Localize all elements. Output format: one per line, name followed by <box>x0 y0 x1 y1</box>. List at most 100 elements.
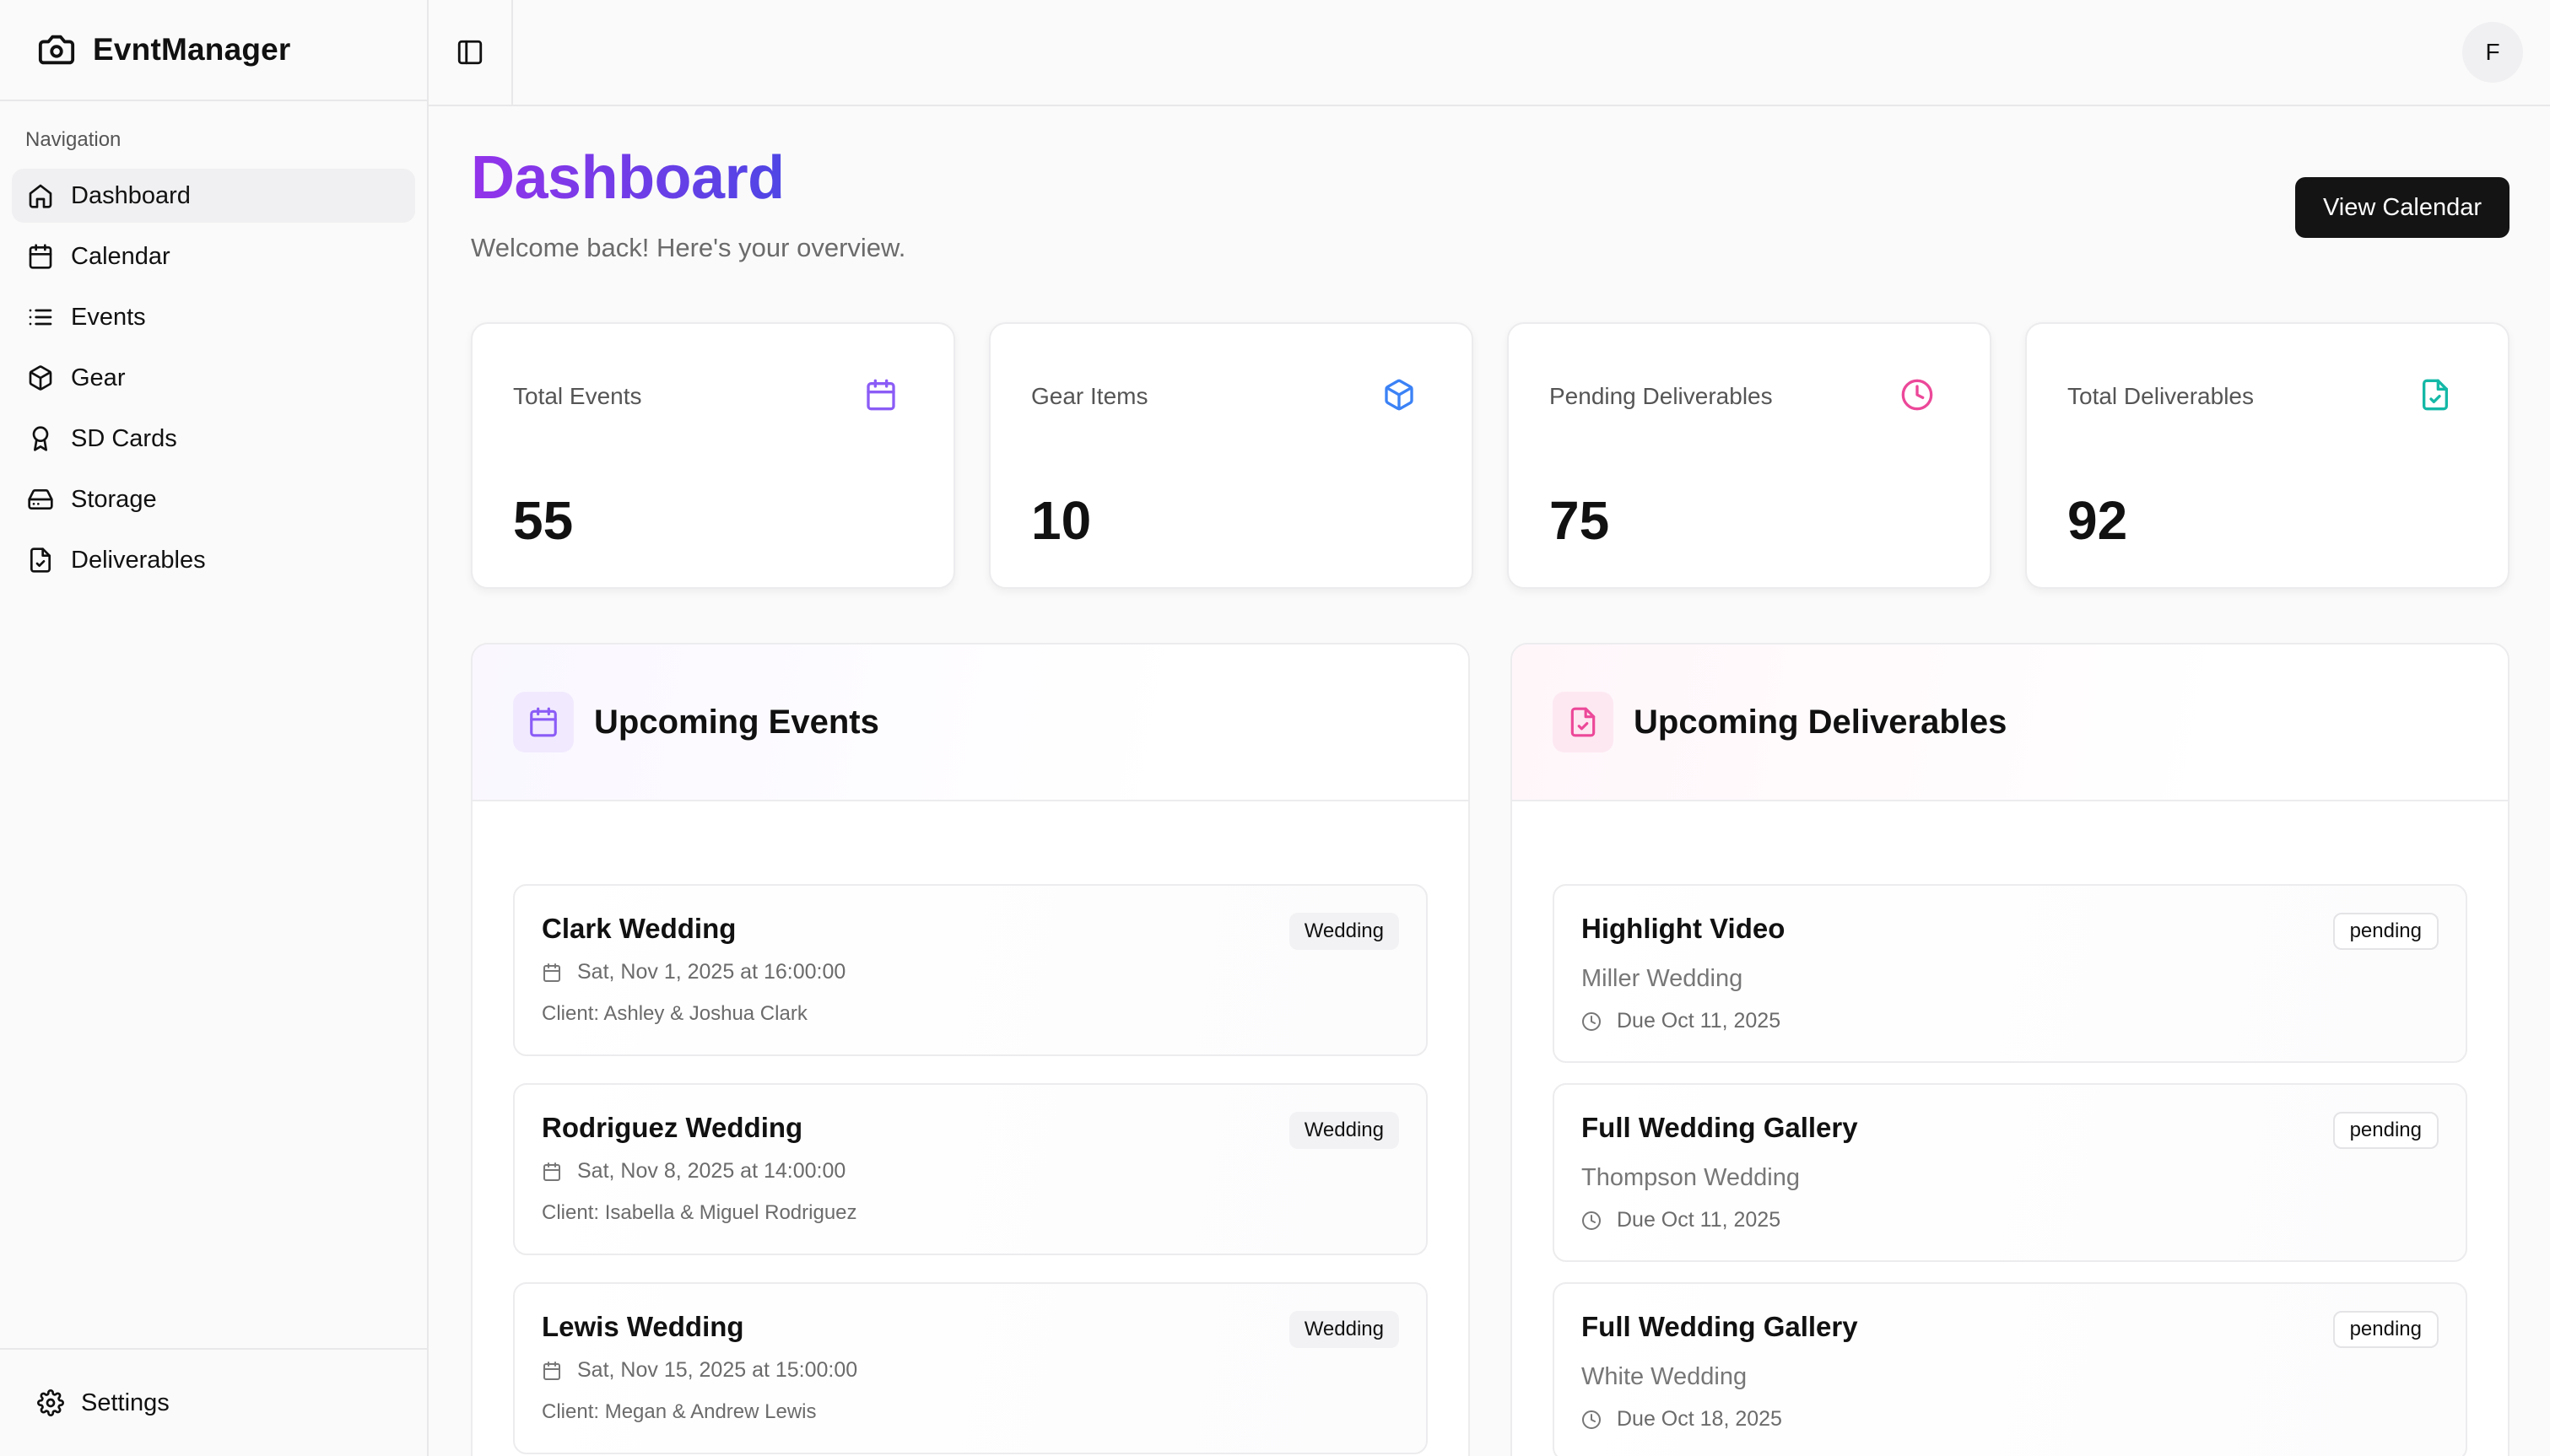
upcoming-events-panel: Upcoming Events Clark Wedding Wedding Sa… <box>471 643 1470 1456</box>
file-check-icon <box>2418 378 2452 412</box>
settings-link[interactable]: Settings <box>37 1389 170 1417</box>
event-card[interactable]: Lewis Wedding Wedding Sat, Nov 15, 2025 … <box>513 1282 1428 1454</box>
calendar-icon <box>542 963 562 983</box>
event-client: Client: Isabella & Miguel Rodriguez <box>542 1201 857 1224</box>
camera-icon <box>37 30 76 69</box>
deliverable-card[interactable]: Highlight Video pending Miller Wedding D… <box>1553 884 2467 1063</box>
sidebar-item-dashboard[interactable]: Dashboard <box>12 169 415 223</box>
event-type-badge: Wedding <box>1289 1311 1399 1348</box>
deliverable-event: Thompson Wedding <box>1581 1164 1801 1191</box>
stat-card-total-events: Total Events 55 <box>471 322 955 589</box>
stat-label: Pending Deliverables <box>1549 383 1773 409</box>
sidebar: EvntManager Navigation Dashboard Calenda… <box>0 0 429 1456</box>
clock-icon <box>1581 1410 1602 1430</box>
list-icon <box>27 304 54 331</box>
file-check-icon <box>27 547 54 574</box>
sidebar-item-label: SD Cards <box>71 424 177 452</box>
deliverable-event: White Wedding <box>1581 1363 1748 1390</box>
deliverable-due-row: Due Oct 11, 2025 <box>1581 1208 1780 1232</box>
event-type-badge: Wedding <box>1289 1112 1399 1149</box>
clock-icon <box>1900 378 1934 412</box>
clock-icon <box>1581 1011 1602 1032</box>
clock-icon <box>1581 1211 1602 1231</box>
event-title: Lewis Wedding <box>542 1311 744 1342</box>
nav-list: Dashboard Calendar Events Gear SD Cards … <box>12 169 415 594</box>
stat-card-gear-items: Gear Items 10 <box>989 322 1473 589</box>
event-card[interactable]: Clark Wedding Wedding Sat, Nov 1, 2025 a… <box>513 884 1428 1056</box>
sidebar-item-storage[interactable]: Storage <box>12 472 415 526</box>
event-date: Sat, Nov 1, 2025 at 16:00:00 <box>577 960 846 984</box>
stat-value: 92 <box>2067 490 2128 551</box>
page-subtitle: Welcome back! Here's your overview. <box>471 233 906 262</box>
sidebar-item-gear[interactable]: Gear <box>12 351 415 405</box>
deliverable-due-row: Due Oct 11, 2025 <box>1581 1009 1780 1033</box>
panel-title: Upcoming Deliverables <box>1634 703 2007 741</box>
deliverable-due-row: Due Oct 18, 2025 <box>1581 1407 1782 1432</box>
sidebar-toggle-button[interactable] <box>429 0 513 105</box>
award-icon <box>27 425 54 452</box>
status-badge: pending <box>2332 913 2439 950</box>
event-client: Client: Ashley & Joshua Clark <box>542 1002 808 1025</box>
upcoming-deliverables-panel: Upcoming Deliverables Highlight Video pe… <box>1510 643 2509 1456</box>
app-name: EvntManager <box>93 32 291 67</box>
event-card[interactable]: Rodriguez Wedding Wedding Sat, Nov 8, 20… <box>513 1083 1428 1255</box>
status-badge: pending <box>2332 1311 2439 1348</box>
stat-card-total-deliverables: Total Deliverables 92 <box>2025 322 2509 589</box>
avatar[interactable]: F <box>2462 22 2523 83</box>
brand[interactable]: EvntManager <box>0 0 427 101</box>
stat-value: 75 <box>1549 490 1610 551</box>
stat-label: Total Events <box>513 383 642 409</box>
hard-drive-icon <box>27 486 54 513</box>
sidebar-item-label: Dashboard <box>71 181 191 209</box>
file-check-icon <box>1553 692 1613 752</box>
gear-icon <box>37 1389 64 1416</box>
panel-left-icon <box>456 38 484 67</box>
nav-heading: Navigation <box>25 128 122 151</box>
sidebar-item-label: Deliverables <box>71 546 206 574</box>
calendar-icon <box>542 1162 562 1182</box>
stat-label: Gear Items <box>1031 383 1148 409</box>
box-icon <box>1382 378 1416 412</box>
event-type-badge: Wedding <box>1289 913 1399 950</box>
event-date: Sat, Nov 8, 2025 at 14:00:00 <box>577 1159 846 1183</box>
deliverable-due: Due Oct 18, 2025 <box>1617 1407 1782 1431</box>
sidebar-item-deliverables[interactable]: Deliverables <box>12 533 415 587</box>
event-client: Client: Megan & Andrew Lewis <box>542 1400 817 1423</box>
panel-header: Upcoming Events <box>473 644 1468 801</box>
sidebar-footer: Settings <box>0 1348 427 1456</box>
stat-label: Total Deliverables <box>2067 383 2254 409</box>
sidebar-item-label: Gear <box>71 364 126 391</box>
deliverable-due: Due Oct 11, 2025 <box>1617 1009 1781 1033</box>
sidebar-item-calendar[interactable]: Calendar <box>12 229 415 283</box>
status-badge: pending <box>2332 1112 2439 1149</box>
deliverable-title: Highlight Video <box>1581 913 1786 944</box>
home-icon <box>27 182 54 209</box>
event-date-row: Sat, Nov 1, 2025 at 16:00:00 <box>542 960 845 984</box>
deliverable-card[interactable]: Full Wedding Gallery pending White Weddi… <box>1553 1282 2467 1456</box>
sidebar-item-label: Events <box>71 303 146 331</box>
stat-value: 10 <box>1031 490 1092 551</box>
deliverable-card[interactable]: Full Wedding Gallery pending Thompson We… <box>1553 1083 2467 1262</box>
deliverable-title: Full Wedding Gallery <box>1581 1311 1858 1342</box>
calendar-icon <box>542 1361 562 1381</box>
panel-header: Upcoming Deliverables <box>1512 644 2508 801</box>
view-calendar-button[interactable]: View Calendar <box>2295 177 2509 238</box>
sidebar-item-label: Calendar <box>71 242 170 270</box>
calendar-icon <box>27 243 54 270</box>
settings-label: Settings <box>81 1389 170 1416</box>
event-date: Sat, Nov 15, 2025 at 15:00:00 <box>577 1358 858 1382</box>
event-title: Clark Wedding <box>542 913 737 944</box>
panel-title: Upcoming Events <box>594 703 879 741</box>
stat-card-pending-deliverables: Pending Deliverables 75 <box>1507 322 1991 589</box>
calendar-icon <box>864 378 898 412</box>
sidebar-item-events[interactable]: Events <box>12 290 415 344</box>
calendar-icon <box>513 692 574 752</box>
sidebar-item-label: Storage <box>71 485 157 513</box>
event-date-row: Sat, Nov 8, 2025 at 14:00:00 <box>542 1159 845 1184</box>
sidebar-item-sd-cards[interactable]: SD Cards <box>12 412 415 466</box>
event-title: Rodriguez Wedding <box>542 1112 803 1143</box>
deliverable-title: Full Wedding Gallery <box>1581 1112 1858 1143</box>
deliverable-event: Miller Wedding <box>1581 965 1743 992</box>
box-icon <box>27 364 54 391</box>
event-date-row: Sat, Nov 15, 2025 at 15:00:00 <box>542 1358 857 1383</box>
